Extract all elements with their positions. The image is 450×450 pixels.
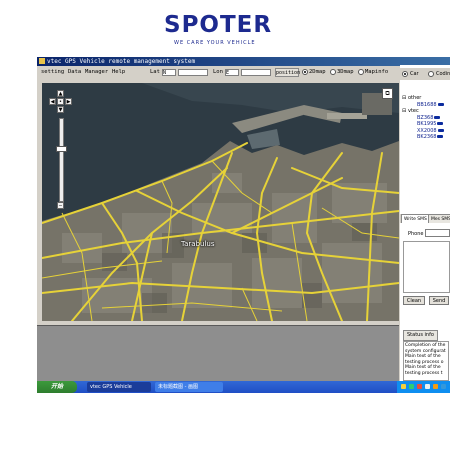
pan-right-button[interactable]: ▶ (65, 98, 72, 105)
right-panel: Car Codin other BB1688 vtec BZ368 BK1995… (400, 65, 450, 381)
satellite-map[interactable]: ▲ ◀ • ▶ ▼ − ⧉ Tarabulus (42, 83, 399, 321)
map-type-icon[interactable]: ⧉ (382, 88, 393, 99)
status-info-tab[interactable]: Status info (403, 330, 438, 341)
vehicle-id: BK2368 (417, 134, 437, 140)
mode-2dmap-radio[interactable] (302, 69, 308, 75)
car-radio[interactable] (402, 71, 408, 77)
zoom-out-button[interactable]: − (57, 202, 64, 209)
tray-icon[interactable] (425, 384, 430, 389)
window-title: vtec GPS Vehicle remote management syste… (47, 58, 196, 65)
mode-mapinfo-label: Mapinfo (365, 69, 389, 75)
codin-radio[interactable] (428, 71, 434, 77)
mode-2dmap-label: 2Dmap (309, 69, 326, 75)
menu-manager[interactable]: Manager (85, 67, 108, 78)
lon-direction-select[interactable]: E (225, 69, 239, 76)
status-log: Completion of the system configurat Main… (403, 341, 449, 381)
status-line: testing process t (405, 370, 443, 376)
phone-label: Phone (408, 231, 424, 237)
zoom-slider[interactable] (59, 118, 64, 202)
map-imagery (42, 83, 399, 321)
mode-3dmap-label: 3Dmap (337, 69, 354, 75)
car-icon (437, 122, 444, 125)
sms-tabs: Write SMS Mes SMS (400, 214, 450, 223)
app-icon (39, 58, 45, 64)
pan-down-button[interactable]: ▼ (57, 106, 64, 113)
tab-write-sms[interactable]: Write SMS (401, 214, 430, 223)
codin-radio-label: Codin (436, 71, 450, 77)
system-tray (397, 381, 450, 393)
tray-icon[interactable] (409, 384, 414, 389)
tray-icon[interactable] (433, 384, 438, 389)
tray-icon[interactable] (401, 384, 406, 389)
car-radio-label: Car (410, 71, 419, 77)
vehicle-id: BB1688 (417, 101, 437, 108)
lat-input[interactable] (178, 69, 208, 76)
map-place-label: Tarabulus (181, 240, 215, 248)
car-icon (434, 115, 441, 119)
zoom-slider-thumb[interactable] (56, 146, 67, 152)
lon-label: Lon (213, 69, 223, 75)
logo-text: SPOTER (164, 12, 273, 38)
logo-tagline: WE CARE YOUR VEHICLE (174, 40, 256, 46)
clean-button[interactable]: Clean (403, 296, 425, 305)
lon-input[interactable] (241, 69, 271, 76)
zoom-control: ▲ ◀ • ▶ ▼ − (49, 90, 77, 210)
menu-setting[interactable]: setting (41, 67, 64, 78)
pan-left-button[interactable]: ◀ (49, 98, 56, 105)
task-paint[interactable]: 未标题截图 - 画图 (155, 382, 223, 392)
tab-mes-sms[interactable]: Mes SMS (428, 214, 450, 223)
send-button[interactable]: Send (429, 296, 449, 305)
menu-data[interactable]: Data (68, 67, 81, 78)
vehicle-tree: other BB1688 vtec BZ368 BK1995 XX2008 BK… (402, 95, 444, 141)
mode-3dmap-radio[interactable] (330, 69, 336, 75)
tray-icon[interactable] (417, 384, 422, 389)
phone-input[interactable] (425, 229, 450, 237)
task-vtec-gps[interactable]: vtec GPS Vehicle (87, 382, 151, 392)
view-options: Car Codin (400, 68, 450, 80)
bottom-panel (37, 325, 399, 381)
status-line: Main text of the (405, 354, 441, 360)
start-button[interactable]: 开始 (37, 381, 77, 393)
position-button[interactable]: position (275, 68, 300, 77)
tray-icon[interactable] (441, 384, 446, 389)
lat-direction-select[interactable]: N (162, 69, 176, 76)
car-icon (437, 135, 444, 138)
vehicle-id: BZ368 (417, 114, 434, 121)
car-icon (437, 102, 444, 106)
title-bar: vtec GPS Vehicle remote management syste… (37, 57, 450, 66)
pan-up-button[interactable]: ▲ (57, 90, 64, 97)
pan-center-button[interactable]: • (57, 98, 64, 105)
menu-bar: setting Data Manager Help Lat N Lon E po… (37, 67, 399, 78)
taskbar: 开始 vtec GPS Vehicle 未标题截图 - 画图 (37, 381, 450, 393)
mode-mapinfo-radio[interactable] (358, 69, 364, 75)
vehicle-id: XX2008 (417, 127, 437, 134)
app-window: vtec GPS Vehicle remote management syste… (37, 57, 450, 381)
lat-label: Lat (150, 69, 160, 75)
menu-help[interactable]: Help (112, 67, 125, 78)
status-line: Completion of the (405, 343, 446, 348)
car-icon (437, 128, 444, 132)
tree-vehicle[interactable]: BK2368 (402, 134, 444, 141)
sms-message-textarea[interactable] (403, 241, 450, 293)
spoter-logo: SPOTER WE CARE YOUR VEHICLE (160, 10, 284, 50)
vehicle-id: BK1995 (417, 121, 437, 127)
